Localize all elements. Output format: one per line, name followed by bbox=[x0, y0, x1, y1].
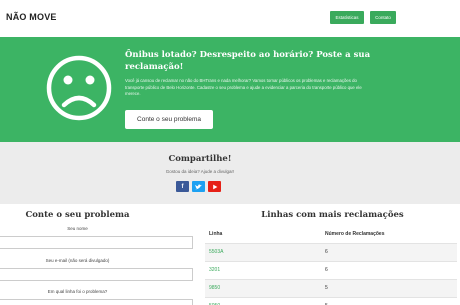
hero-title: Ônibus lotado? Desrespeito ao horário? P… bbox=[125, 50, 371, 72]
email-label: Seu e-mail (não será divulgado) bbox=[45, 258, 110, 263]
complaint-count: 5 bbox=[325, 285, 328, 291]
ranking-table: Linha Número de Reclamações 5503A 6 3201… bbox=[205, 226, 457, 305]
line-select[interactable] bbox=[0, 299, 193, 305]
share-section: Compartilhe! Gostou da ideia? Ajude a di… bbox=[0, 142, 460, 204]
facebook-icon[interactable]: f bbox=[176, 181, 189, 192]
header-line: Linha bbox=[209, 231, 223, 237]
form-title: Conte o seu problema bbox=[25, 210, 130, 220]
email-input[interactable] bbox=[0, 268, 193, 281]
ranking-section: Linhas com mais reclamações Linha Número… bbox=[205, 204, 460, 305]
complaint-count: 6 bbox=[325, 267, 328, 273]
table-row[interactable]: 3201 6 bbox=[205, 261, 457, 279]
header-count: Número de Reclamações bbox=[325, 231, 385, 237]
report-problem-button[interactable]: Conte o seu problema bbox=[125, 110, 213, 129]
twitter-icon[interactable] bbox=[192, 181, 205, 192]
hero-description: Você já cansou de reclamar no não do BHT… bbox=[125, 78, 362, 96]
hero-banner: Ônibus lotado? Desrespeito ao horário? P… bbox=[0, 37, 460, 142]
ranking-title: Linhas com mais reclamações bbox=[261, 210, 404, 220]
top-navbar: NÃO MOVE Estatísticas Contato bbox=[0, 0, 460, 37]
nav-contact-button[interactable]: Contato bbox=[370, 11, 396, 24]
line-link[interactable]: 3201 bbox=[209, 267, 220, 273]
problem-form: Conte o seu problema Seu nome Seu e-mail… bbox=[0, 204, 195, 305]
nav-statistics-button[interactable]: Estatísticas bbox=[330, 11, 364, 24]
table-row[interactable]: 5503A 6 bbox=[205, 243, 457, 261]
table-row[interactable]: 9850 5 bbox=[205, 279, 457, 297]
line-link[interactable]: 9850 bbox=[209, 285, 220, 291]
share-subtitle: Gostou da ideia? Ajude a divulgar! bbox=[165, 169, 235, 174]
table-row[interactable]: 5050 5 bbox=[205, 297, 457, 305]
brand-logo[interactable]: NÃO MOVE bbox=[6, 12, 57, 22]
line-label: Em qual linha foi o problema? bbox=[47, 289, 108, 294]
sad-face-icon bbox=[46, 55, 112, 121]
name-input[interactable] bbox=[0, 236, 193, 249]
youtube-icon[interactable] bbox=[208, 181, 221, 192]
share-title: Compartilhe! bbox=[168, 154, 232, 164]
complaint-count: 6 bbox=[325, 249, 328, 255]
name-label: Seu nome bbox=[67, 226, 88, 231]
line-link[interactable]: 5503A bbox=[209, 249, 223, 255]
table-header-row: Linha Número de Reclamações bbox=[205, 226, 457, 243]
